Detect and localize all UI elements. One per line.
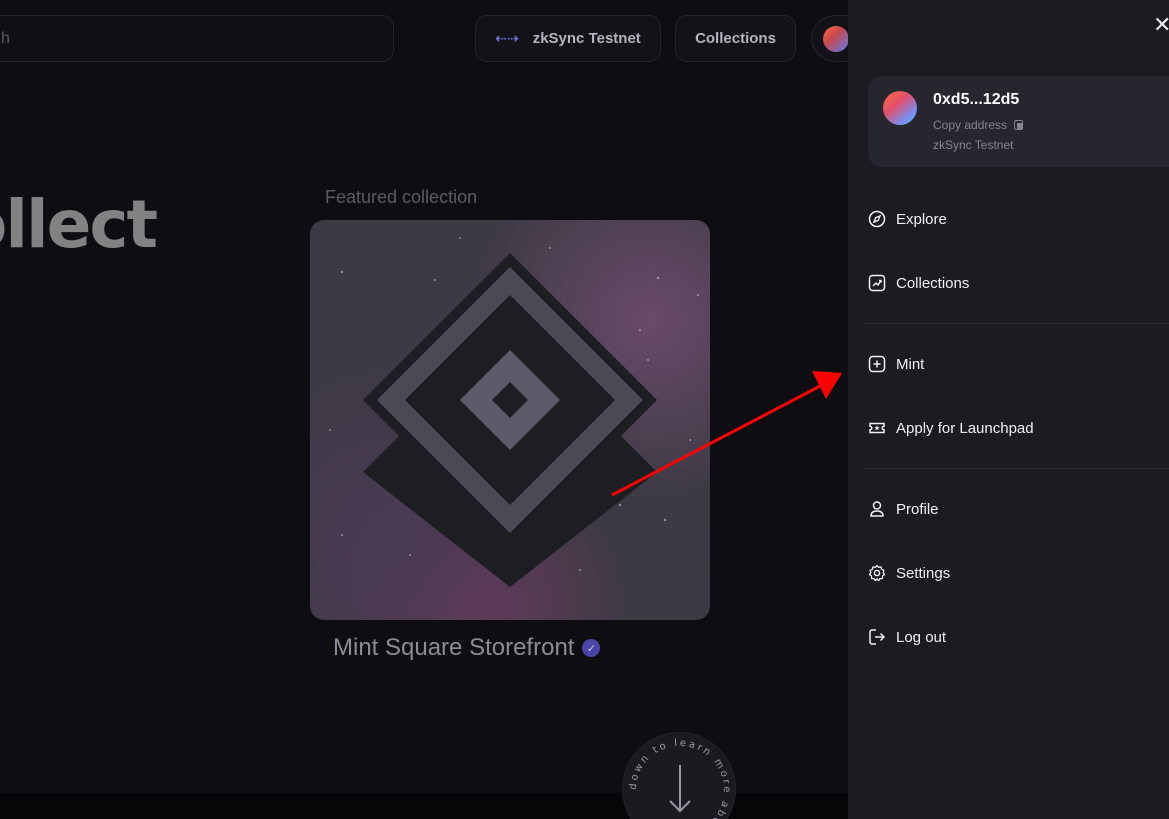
plus-square-icon bbox=[868, 355, 886, 373]
compass-icon bbox=[868, 210, 886, 228]
menu-item-collections[interactable]: Collections bbox=[868, 263, 1158, 303]
gear-icon bbox=[868, 564, 886, 582]
chart-icon bbox=[868, 274, 886, 292]
menu-divider bbox=[864, 323, 1169, 324]
user-icon bbox=[870, 501, 884, 517]
featured-collection-label: Featured collection bbox=[325, 187, 478, 207]
menu-item-label: Profile bbox=[896, 500, 939, 518]
menu-item-explore[interactable]: Explore bbox=[868, 199, 1158, 239]
annotation-arrow bbox=[611, 371, 842, 497]
copy-icon bbox=[1014, 120, 1024, 130]
menu-item-label: Collections bbox=[896, 274, 970, 292]
background-page: h ⇠⇢ zkSync Testnet Collections ollect F… bbox=[0, 0, 848, 819]
featured-collection-title: Mint Square Storefront bbox=[333, 634, 575, 661]
arrows-swap-icon: ⇠⇢ bbox=[495, 30, 519, 46]
featured-collection-name[interactable]: Mint Square Storefront ✓ bbox=[333, 634, 601, 662]
account-card: 0xd5...12d5 Copy address zkSync Testnet bbox=[868, 76, 1169, 167]
scroll-down-button[interactable]: down to learn more about bbox=[622, 732, 736, 819]
avatar bbox=[883, 91, 917, 125]
collections-nav-label: Collections bbox=[695, 30, 776, 47]
wallet-address: 0xd5...12d5 bbox=[933, 91, 1020, 108]
menu-item-label: Mint bbox=[896, 355, 925, 373]
copy-address-label: Copy address bbox=[933, 118, 1008, 132]
search-placeholder: h bbox=[1, 30, 10, 47]
search-input[interactable]: h bbox=[0, 15, 394, 62]
scroll-hint-graphic: down to learn more about bbox=[628, 738, 730, 819]
menu-item-profile[interactable]: Profile bbox=[868, 489, 1158, 529]
network-label: zkSync Testnet bbox=[532, 30, 641, 47]
menu-item-label: Log out bbox=[896, 628, 947, 646]
network-selector-button[interactable]: ⇠⇢ zkSync Testnet bbox=[475, 15, 661, 62]
menu-item-label: Settings bbox=[896, 564, 951, 582]
menu-item-apply-launchpad[interactable]: Apply for Launchpad bbox=[868, 408, 1158, 448]
avatar bbox=[823, 25, 848, 52]
collections-nav-button[interactable]: Collections bbox=[675, 15, 796, 62]
ticket-star-icon bbox=[869, 422, 885, 434]
logout-icon bbox=[869, 629, 886, 645]
hero-title: ollect bbox=[0, 186, 158, 263]
menu-item-mint[interactable]: Mint bbox=[868, 344, 1158, 384]
menu-item-settings[interactable]: Settings bbox=[868, 553, 1158, 593]
close-icon[interactable]: ✕ bbox=[1153, 12, 1169, 38]
check-badge-icon: ✓ bbox=[582, 639, 601, 657]
account-avatar-button[interactable] bbox=[811, 15, 848, 62]
copy-address-button[interactable]: Copy address bbox=[933, 118, 1024, 132]
arrow-down-icon bbox=[669, 765, 691, 813]
menu-item-label: Explore bbox=[896, 210, 947, 228]
account-drawer: ✕ 0xd5...12d5 Copy address zkSync Testne… bbox=[848, 0, 1169, 819]
menu-item-logout[interactable]: Log out bbox=[868, 617, 1158, 657]
menu-divider bbox=[864, 468, 1169, 469]
account-network: zkSync Testnet bbox=[933, 138, 1014, 152]
menu-item-label: Apply for Launchpad bbox=[896, 419, 1034, 437]
